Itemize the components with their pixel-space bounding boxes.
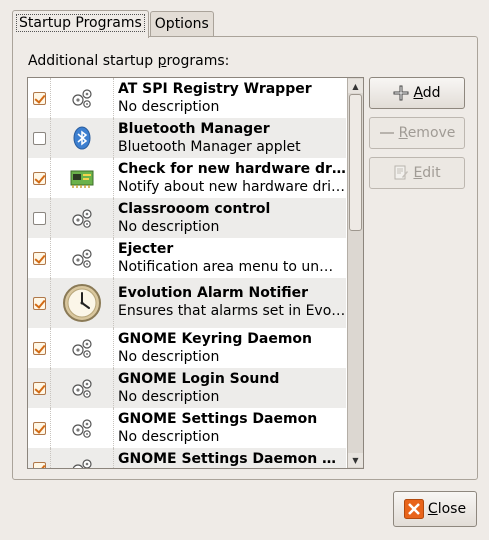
- edit-button[interactable]: Edit: [369, 157, 465, 189]
- program-enabled-cell: [28, 408, 50, 448]
- program-description: Notify about new hardware drivers: [118, 179, 346, 195]
- program-enabled-checkbox[interactable]: [33, 92, 46, 105]
- program-name: Bluetooth Manager: [118, 121, 270, 137]
- program-enabled-cell: [28, 158, 50, 198]
- tab-options[interactable]: Options: [149, 11, 214, 37]
- gear-icon: [50, 78, 114, 118]
- program-enabled-cell: [28, 278, 50, 328]
- program-name: AT SPI Registry Wrapper: [118, 81, 312, 97]
- program-description: Bluetooth Manager applet: [118, 139, 301, 155]
- program-row[interactable]: GNOME Settings Daemon No description: [28, 408, 346, 448]
- program-description: Ensures that alarms set in Evolution: [118, 303, 346, 319]
- gear-icon: [50, 408, 114, 448]
- gear-icon: [50, 368, 114, 408]
- program-text: GNOME Login Sound No description: [118, 370, 346, 406]
- program-enabled-cell: [28, 238, 50, 278]
- program-rows: AT SPI Registry Wrapper No description Blu…: [28, 78, 346, 468]
- tab-bar: Startup Programs Options: [12, 10, 215, 38]
- program-row[interactable]: Classrooom control No description: [28, 198, 346, 238]
- gear-icon: [50, 448, 114, 468]
- program-name: GNOME Settings Daemon: [118, 411, 318, 427]
- add-icon: [393, 85, 409, 101]
- program-name: Evolution Alarm Notifier: [118, 285, 309, 301]
- program-text: Evolution Alarm Notifier Ensures that ala…: [118, 284, 346, 320]
- startup-programs-panel: Additional startup programs: AT SPI Regi…: [12, 36, 478, 480]
- edit-icon: [393, 165, 409, 181]
- program-name: Ejecter: [118, 241, 174, 257]
- program-enabled-checkbox[interactable]: [33, 462, 46, 468]
- program-description: No description: [118, 389, 220, 405]
- program-enabled-checkbox[interactable]: [33, 172, 46, 185]
- program-row[interactable]: Ejecter Notification area menu to unmount: [28, 238, 346, 278]
- program-enabled-checkbox[interactable]: [33, 422, 46, 435]
- close-button-label: Close: [427, 501, 467, 517]
- program-text: Check for new hardware drivers Notify abo…: [118, 160, 346, 196]
- program-enabled-cell: [28, 118, 50, 158]
- vertical-scrollbar[interactable]: ▲ ▼: [347, 78, 363, 468]
- startup-program-list: AT SPI Registry Wrapper No description Blu…: [27, 77, 364, 469]
- remove-button-label: Remove: [398, 125, 456, 141]
- hardware-card-icon: [50, 158, 114, 198]
- clock-icon: [50, 278, 114, 328]
- remove-button[interactable]: Remove: [369, 117, 465, 149]
- program-enabled-checkbox[interactable]: [33, 297, 46, 310]
- program-enabled-checkbox[interactable]: [33, 132, 46, 145]
- program-description: No description: [118, 99, 220, 115]
- gear-icon: [50, 198, 114, 238]
- program-description: No description: [118, 219, 220, 235]
- add-button[interactable]: Add: [369, 77, 465, 109]
- program-row[interactable]: Evolution Alarm Notifier Ensures that ala…: [28, 278, 346, 328]
- gear-icon: [50, 328, 114, 368]
- program-enabled-checkbox[interactable]: [33, 212, 46, 225]
- program-text: GNOME Settings Daemon No description: [118, 410, 346, 446]
- close-button[interactable]: Close: [393, 491, 477, 527]
- program-enabled-checkbox[interactable]: [33, 342, 46, 355]
- program-name: Check for new hardware drivers: [118, 161, 346, 177]
- program-name: GNOME Login Sound: [118, 371, 280, 387]
- tab-startup-programs-label: Startup Programs: [16, 14, 145, 32]
- program-text: AT SPI Registry Wrapper No description: [118, 80, 346, 116]
- program-text: Bluetooth Manager Bluetooth Manager apple…: [118, 120, 346, 156]
- section-label: Additional startup programs:: [28, 53, 230, 69]
- tab-startup-programs[interactable]: Startup Programs: [12, 10, 149, 38]
- program-text: Ejecter Notification area menu to unmount: [118, 240, 346, 276]
- program-row[interactable]: GNOME Settings Daemon Helper: [28, 448, 346, 468]
- scroll-thumb[interactable]: [349, 94, 362, 231]
- program-description: Notification area menu to unmount: [118, 259, 346, 275]
- scroll-up-button[interactable]: ▲: [348, 79, 363, 93]
- program-enabled-cell: [28, 198, 50, 238]
- program-row[interactable]: GNOME Login Sound No description: [28, 368, 346, 408]
- remove-icon: [379, 125, 395, 141]
- add-button-label: Add: [413, 85, 441, 101]
- program-enabled-checkbox[interactable]: [33, 382, 46, 395]
- program-name: Classrooom control: [118, 201, 271, 217]
- edit-button-label: Edit: [413, 165, 441, 181]
- program-enabled-cell: [28, 328, 50, 368]
- program-enabled-checkbox[interactable]: [33, 252, 46, 265]
- program-text: GNOME Settings Daemon Helper: [118, 450, 346, 468]
- program-name: GNOME Keyring Daemon: [118, 331, 313, 347]
- bluetooth-icon: [50, 118, 114, 158]
- program-enabled-cell: [28, 368, 50, 408]
- program-enabled-cell: [28, 78, 50, 118]
- program-text: Classrooom control No description: [118, 200, 346, 236]
- scroll-down-button[interactable]: ▼: [348, 453, 363, 467]
- gear-icon: [50, 238, 114, 278]
- tab-options-label: Options: [154, 16, 209, 32]
- program-row[interactable]: Check for new hardware drivers Notify abo…: [28, 158, 346, 198]
- program-text: GNOME Keyring Daemon No description: [118, 330, 346, 366]
- program-description: No description: [118, 429, 220, 445]
- program-name: GNOME Settings Daemon Helper: [118, 451, 346, 467]
- program-row[interactable]: GNOME Keyring Daemon No description: [28, 328, 346, 368]
- program-description: No description: [118, 349, 220, 365]
- program-enabled-cell: [28, 448, 50, 468]
- program-row[interactable]: AT SPI Registry Wrapper No description: [28, 78, 346, 118]
- close-icon: [403, 499, 424, 519]
- program-row[interactable]: Bluetooth Manager Bluetooth Manager apple…: [28, 118, 346, 158]
